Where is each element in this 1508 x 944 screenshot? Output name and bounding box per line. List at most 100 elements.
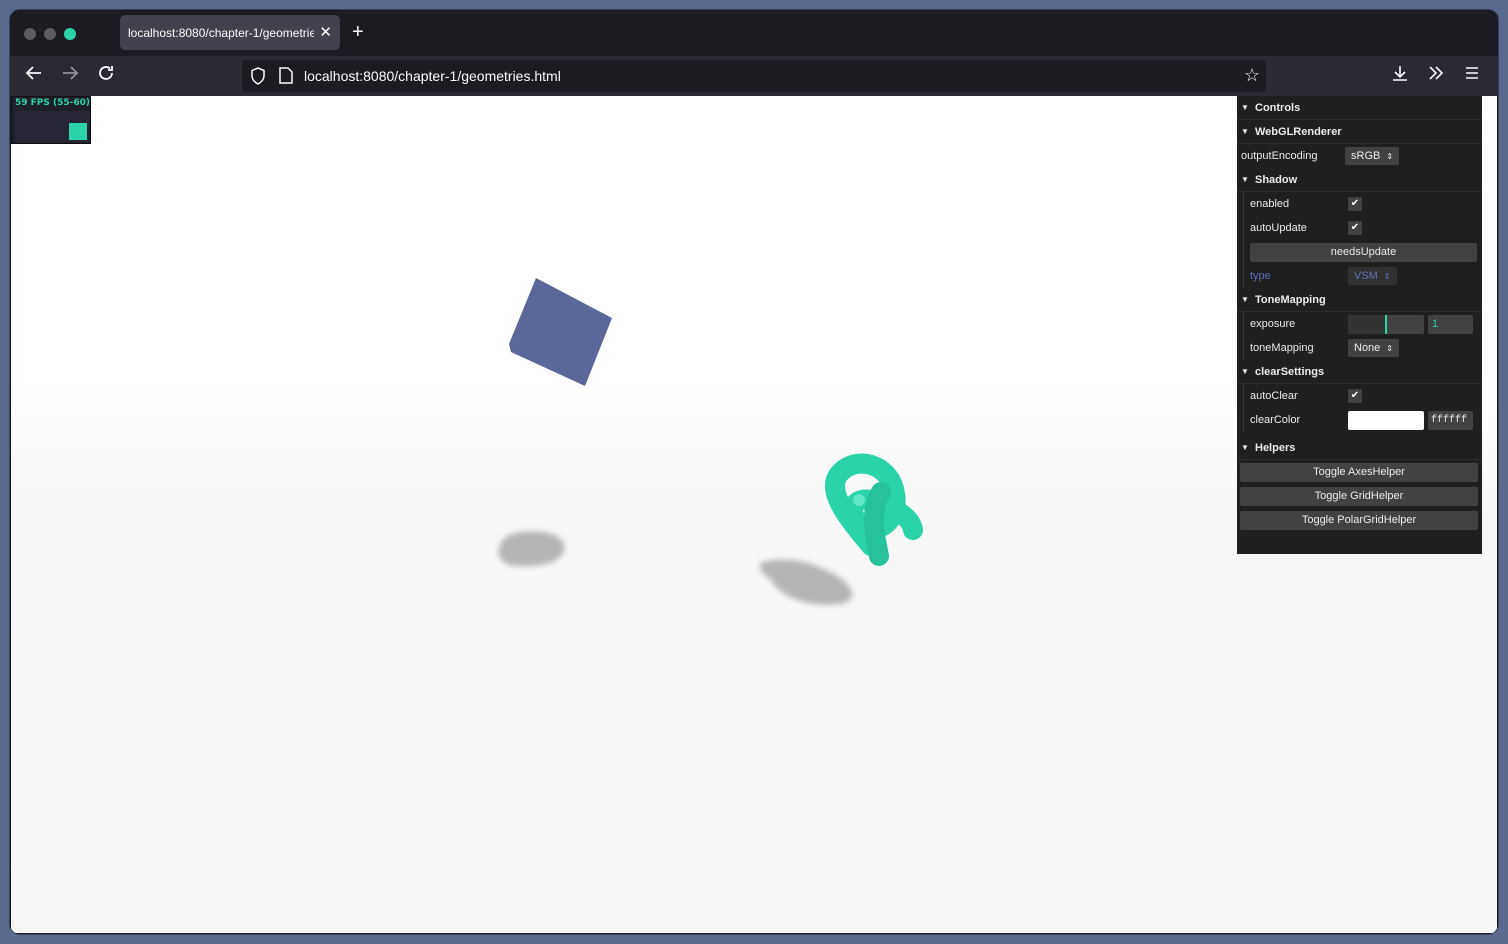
hamburger-icon [1466,67,1478,79]
fps-graph [15,111,89,142]
menu-button[interactable] [1460,64,1484,88]
downloads-button[interactable] [1388,64,1412,88]
toggle-axes-row: Toggle AxesHelper [1237,460,1482,484]
toggle-polar-row: Toggle PolarGridHelper [1237,508,1482,532]
exposure-input[interactable]: 1 [1428,314,1473,334]
toggle-polar-grid-helper-button[interactable]: Toggle PolarGridHelper [1240,510,1478,530]
clear-settings-folder-title[interactable]: ▼ clearSettings [1237,360,1482,384]
shield-icon[interactable] [250,67,266,85]
controls-panel: ▼ Controls ▼ WebGLRenderer outputEncodin… [1237,96,1482,554]
tone-mapping-value: None [1354,342,1381,354]
chevron-down-icon: ▼ [1241,175,1249,184]
tab-title: localhost:8080/chapter-1/geometries.html [128,25,314,40]
fps-readout: 59 FPS (55-60) [15,98,91,108]
select-arrows-icon: ⇕ [1386,151,1394,161]
shadow-type-select[interactable]: VSM ⇕ [1348,267,1397,285]
cube-shadow [498,531,565,567]
clear-settings-folder: autoClear ✔ clearColor ffffff [1243,384,1482,432]
select-arrows-icon: ⇕ [1383,271,1391,281]
shadow-folder: enabled ✔ autoUpdate ✔ needsUpdate type … [1243,192,1482,288]
zoom-window-button[interactable] [64,28,76,40]
tone-mapping-title: ToneMapping [1255,293,1326,306]
shadow-folder-title[interactable]: ▼ Shadow [1237,168,1482,192]
enabled-label: enabled [1250,198,1290,210]
chevron-down-icon: ▼ [1241,443,1249,452]
close-tab-icon[interactable]: ✕ [319,23,332,41]
fps-graph-bar [69,123,87,140]
tone-mapping-folder: exposure 1 toneMapping None ⇕ [1243,312,1482,360]
torus-knot-mesh [824,453,923,566]
clear-color-row: clearColor ffffff [1244,408,1482,432]
webgl-canvas[interactable]: 59 FPS (55-60) ▼ Controls ▼ WebGLRendere… [11,96,1497,933]
tone-mapping-select[interactable]: None ⇕ [1348,339,1399,357]
auto-clear-checkbox[interactable]: ✔ [1348,389,1362,403]
auto-update-label: autoUpdate [1250,222,1307,234]
exposure-row: exposure 1 [1244,312,1482,336]
helpers-title: Helpers [1255,441,1296,454]
minimize-window-button[interactable] [44,28,56,40]
chevron-down-icon: ▼ [1241,295,1249,304]
exposure-label: exposure [1250,318,1296,330]
exposure-slider-fill [1348,314,1386,334]
enabled-checkbox[interactable]: ✔ [1348,197,1362,211]
helpers-folder-title[interactable]: ▼ Helpers [1237,436,1482,460]
shadow-type-row: type VSM ⇕ [1244,264,1482,288]
arrow-left-icon [25,66,41,80]
auto-clear-row: autoClear ✔ [1244,384,1482,408]
tab-bar: localhost:8080/chapter-1/geometries.html… [10,10,1498,56]
download-icon [1393,66,1407,81]
shadow-type-value: VSM [1354,270,1378,282]
auto-update-checkbox[interactable]: ✔ [1348,221,1362,235]
needs-update-row: needsUpdate [1244,240,1482,264]
toggle-axes-helper-button[interactable]: Toggle AxesHelper [1240,462,1478,482]
chevron-down-icon: ▼ [1241,367,1249,376]
output-encoding-value: sRGB [1351,150,1381,162]
clear-color-hex-input[interactable]: ffffff [1428,410,1473,430]
output-encoding-row: outputEncoding sRGB ⇕ [1237,144,1482,168]
chevron-down-icon: ▼ [1241,127,1249,136]
shadow-title: Shadow [1255,173,1298,186]
new-tab-button[interactable]: + [352,22,364,42]
url-text: localhost:8080/chapter-1/geometries.html [304,68,561,84]
tab-geometries[interactable]: localhost:8080/chapter-1/geometries.html… [120,15,340,50]
exposure-slider[interactable] [1348,314,1424,334]
chevron-down-icon: ▼ [1241,103,1249,112]
exposure-slider-handle[interactable] [1385,314,1387,334]
double-chevron-icon [1429,66,1444,80]
auto-clear-label: autoClear [1250,390,1298,402]
forward-button[interactable] [58,64,82,88]
bookmark-star-icon[interactable]: ☆ [1244,65,1260,86]
browser-window: localhost:8080/chapter-1/geometries.html… [10,10,1498,934]
select-arrows-icon: ⇕ [1386,343,1393,353]
type-label: type [1250,270,1271,282]
renderer-folder-title[interactable]: ▼ WebGLRenderer [1237,120,1482,144]
renderer-title: WebGLRenderer [1255,125,1342,138]
controls-title: Controls [1255,101,1301,114]
arrow-right-icon [63,66,79,80]
nav-bar: localhost:8080/chapter-1/geometries.html… [10,56,1498,96]
page-icon [279,67,293,84]
tone-mapping-label: toneMapping [1250,342,1314,354]
needs-update-button[interactable]: needsUpdate [1250,242,1477,262]
shadow-enabled-row: enabled ✔ [1244,192,1482,216]
toggle-grid-row: Toggle GridHelper [1237,484,1482,508]
output-encoding-label: outputEncoding [1241,150,1318,162]
clear-color-label: clearColor [1250,414,1301,426]
stats-panel[interactable]: 59 FPS (55-60) [11,96,91,144]
auto-update-row: autoUpdate ✔ [1244,216,1482,240]
close-window-button[interactable] [24,28,36,40]
overflow-button[interactable] [1424,64,1448,88]
tone-mapping-row: toneMapping None ⇕ [1244,336,1482,360]
reload-icon [99,66,113,80]
clear-settings-title: clearSettings [1255,365,1325,378]
cube-mesh [509,278,612,386]
toggle-grid-helper-button[interactable]: Toggle GridHelper [1240,486,1478,506]
tone-mapping-folder-title[interactable]: ▼ ToneMapping [1237,288,1482,312]
reload-button[interactable] [94,64,118,88]
output-encoding-select[interactable]: sRGB ⇕ [1345,147,1400,165]
clear-color-swatch[interactable] [1348,410,1424,430]
knot-shadow [759,559,853,605]
back-button[interactable] [22,64,46,88]
url-bar[interactable]: localhost:8080/chapter-1/geometries.html… [242,60,1266,92]
controls-folder-title[interactable]: ▼ Controls [1237,96,1482,120]
